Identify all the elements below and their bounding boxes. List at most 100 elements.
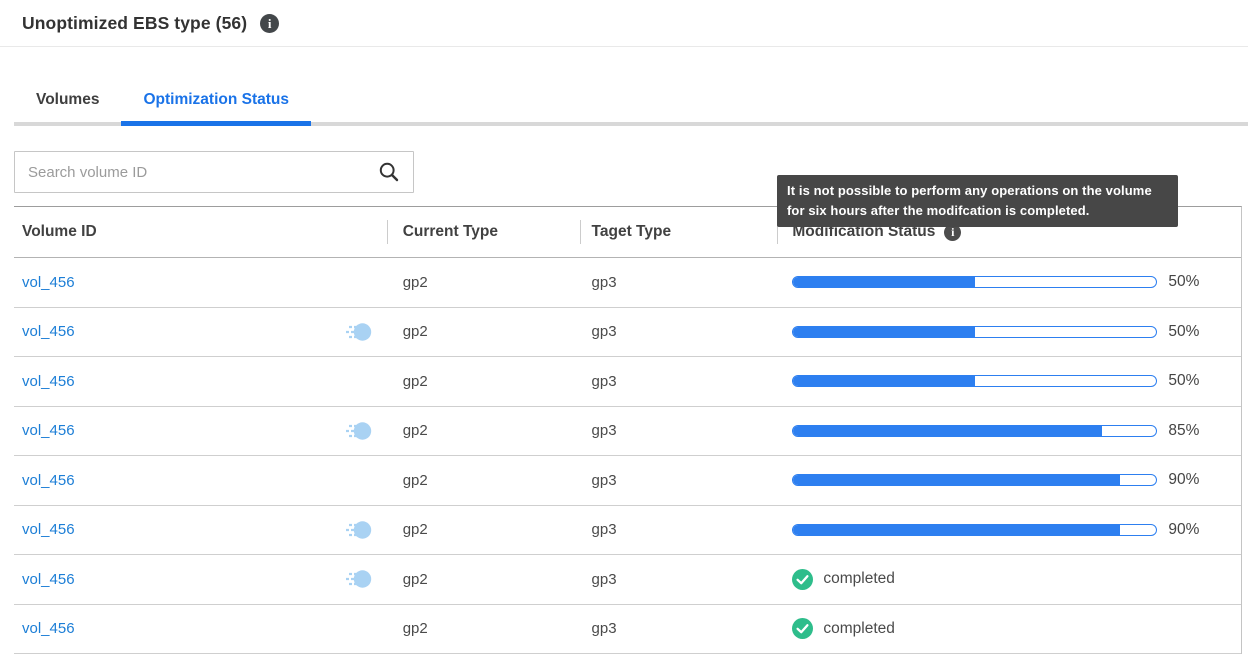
tab-bar: Volumes Optimization Status: [14, 91, 1248, 126]
cell-modification-status: 90%: [777, 521, 1241, 539]
fast-volume-icon: [346, 519, 372, 541]
column-header-target-type: Taget Type: [580, 223, 778, 241]
volume-id-link[interactable]: vol_456: [22, 323, 75, 340]
cell-modification-status: 85%: [777, 422, 1241, 440]
progress-fill: [792, 425, 1102, 437]
cell-volume-id: vol_456: [14, 568, 387, 590]
completed-indicator: completed: [792, 569, 895, 590]
check-circle-icon: [792, 618, 813, 639]
progress-fill: [792, 276, 975, 288]
progress-fill: [792, 326, 975, 338]
table-row: vol_456 gp2 gp3 50%: [14, 308, 1241, 358]
cell-volume-id: vol_456: [14, 519, 387, 541]
fast-volume-icon: [346, 420, 372, 442]
cell-modification-status: 50%: [777, 323, 1241, 341]
progress-percent-label: 50%: [1168, 323, 1199, 341]
cell-current-type: gp2: [387, 521, 580, 538]
tab-volumes[interactable]: Volumes: [14, 91, 121, 122]
table-row: vol_456 gp2 gp3 90%: [14, 506, 1241, 556]
page-header: Unoptimized EBS type (56) i: [0, 0, 1248, 47]
modification-status-tooltip: It is not possible to perform any operat…: [777, 175, 1178, 227]
cell-volume-id: vol_456: [14, 321, 387, 343]
column-header-volume-id: Volume ID: [14, 223, 387, 241]
search-input[interactable]: [28, 164, 378, 181]
column-header-label: Volume ID: [22, 223, 97, 241]
cell-modification-status: 90%: [777, 471, 1241, 489]
progress-percent-label: 90%: [1168, 521, 1199, 539]
cell-volume-id: vol_456: [14, 469, 387, 491]
progress-indicator: 90%: [792, 521, 1199, 539]
fast-volume-icon: [346, 321, 372, 343]
cell-modification-status: 50%: [777, 372, 1241, 390]
cell-target-type: gp3: [580, 521, 778, 538]
cell-current-type: gp2: [387, 373, 580, 390]
progress-indicator: 50%: [792, 323, 1199, 341]
cell-current-type: gp2: [387, 422, 580, 439]
cell-target-type: gp3: [580, 472, 778, 489]
cell-volume-id: vol_456: [14, 271, 387, 293]
cell-current-type: gp2: [387, 472, 580, 489]
volume-id-link[interactable]: vol_456: [22, 422, 75, 439]
progress-track: [792, 474, 1157, 486]
column-header-current-type: Current Type: [387, 223, 580, 241]
completed-label: completed: [823, 620, 895, 638]
progress-track: [792, 276, 1157, 288]
volume-id-link[interactable]: vol_456: [22, 620, 75, 637]
progress-indicator: 90%: [792, 471, 1199, 489]
progress-percent-label: 90%: [1168, 471, 1199, 489]
table-row: vol_456 gp2 gp3 completed: [14, 605, 1241, 655]
info-icon[interactable]: i: [260, 14, 279, 33]
volume-id-link[interactable]: vol_456: [22, 472, 75, 489]
tab-optimization-status[interactable]: Optimization Status: [121, 91, 311, 122]
optimization-status-table: Volume ID Current Type Taget Type Modifi…: [14, 206, 1242, 654]
cell-current-type: gp2: [387, 571, 580, 588]
cell-target-type: gp3: [580, 422, 778, 439]
cell-current-type: gp2: [387, 323, 580, 340]
progress-indicator: 50%: [792, 372, 1199, 390]
table-body: vol_456 gp2 gp3 50%: [14, 258, 1241, 654]
cell-current-type: gp2: [387, 274, 580, 291]
cell-modification-status: completed: [777, 618, 1241, 639]
completed-indicator: completed: [792, 618, 895, 639]
progress-fill: [792, 524, 1120, 536]
table-row: vol_456 gp2 gp3 50%: [14, 258, 1241, 308]
progress-fill: [792, 474, 1120, 486]
cell-volume-id: vol_456: [14, 370, 387, 392]
table-row: vol_456 gp2 gp3 50%: [14, 357, 1241, 407]
search-icon[interactable]: [378, 161, 400, 183]
cell-target-type: gp3: [580, 571, 778, 588]
progress-indicator: 50%: [792, 273, 1199, 291]
cell-current-type: gp2: [387, 620, 580, 637]
cell-target-type: gp3: [580, 323, 778, 340]
cell-volume-id: vol_456: [14, 618, 387, 640]
cell-modification-status: 50%: [777, 273, 1241, 291]
cell-target-type: gp3: [580, 620, 778, 637]
progress-indicator: 85%: [792, 422, 1199, 440]
table-row: vol_456 gp2 gp3 85%: [14, 407, 1241, 457]
cell-modification-status: completed: [777, 569, 1241, 590]
search-box: [14, 151, 414, 193]
cell-volume-id: vol_456: [14, 420, 387, 442]
volume-id-link[interactable]: vol_456: [22, 274, 75, 291]
column-header-label: Current Type: [403, 223, 498, 240]
volume-id-link[interactable]: vol_456: [22, 373, 75, 390]
progress-track: [792, 375, 1157, 387]
progress-fill: [792, 375, 975, 387]
fast-volume-icon: [346, 568, 372, 590]
progress-percent-label: 85%: [1168, 422, 1199, 440]
check-circle-icon: [792, 569, 813, 590]
progress-track: [792, 425, 1157, 437]
column-header-label: Taget Type: [592, 223, 672, 240]
completed-label: completed: [823, 570, 895, 588]
volume-id-link[interactable]: vol_456: [22, 571, 75, 588]
progress-track: [792, 326, 1157, 338]
cell-target-type: gp3: [580, 274, 778, 291]
table-row: vol_456 gp2 gp3 completed: [14, 555, 1241, 605]
table-row: vol_456 gp2 gp3 90%: [14, 456, 1241, 506]
volume-id-link[interactable]: vol_456: [22, 521, 75, 538]
progress-track: [792, 524, 1157, 536]
page-title: Unoptimized EBS type (56): [22, 13, 247, 34]
progress-percent-label: 50%: [1168, 372, 1199, 390]
progress-percent-label: 50%: [1168, 273, 1199, 291]
cell-target-type: gp3: [580, 373, 778, 390]
